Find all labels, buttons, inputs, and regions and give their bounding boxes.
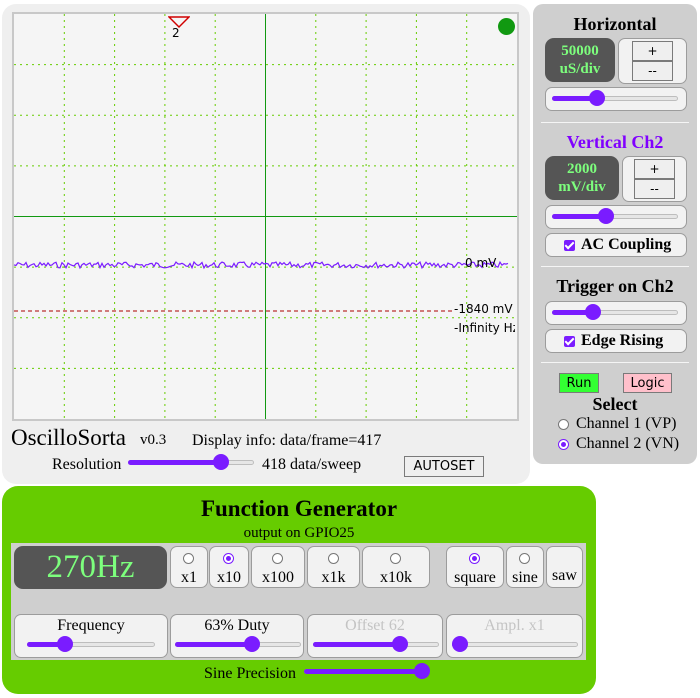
vertical-title: Vertical Ch2 bbox=[566, 132, 664, 152]
timebase-display: 50000 uS/div bbox=[545, 38, 615, 82]
sine-precision-slider[interactable] bbox=[304, 663, 430, 679]
scope-screen[interactable]: 2 0 mV -1840 mV -Infinity Hz bbox=[12, 12, 519, 421]
duty-label: 63% Duty bbox=[204, 617, 270, 634]
divider bbox=[541, 362, 689, 363]
amplitude-slider[interactable] bbox=[452, 636, 578, 652]
frequency-slider[interactable] bbox=[27, 636, 155, 652]
frequency-display: 270Hz bbox=[14, 546, 167, 589]
frequency-control: Frequency bbox=[14, 614, 168, 658]
ac-coupling-toggle[interactable]: AC Coupling bbox=[545, 233, 687, 257]
trigger-level-slider[interactable] bbox=[552, 304, 678, 320]
trigger-marker-label: 2 bbox=[172, 26, 180, 40]
volts-minus-button[interactable]: -- bbox=[634, 179, 675, 199]
volts-slider[interactable] bbox=[552, 208, 678, 224]
amplitude-label: Ampl. x1 bbox=[484, 617, 545, 634]
timebase-value: 50000 bbox=[561, 43, 599, 59]
resolution-slider[interactable] bbox=[128, 454, 254, 470]
volts-value: 2000 bbox=[566, 161, 597, 177]
autoset-button[interactable]: AUTOSET bbox=[404, 456, 484, 477]
horizontal-title: Horizontal bbox=[573, 14, 657, 34]
offset-label: Offset 62 bbox=[345, 617, 405, 634]
timebase-unit: uS/div bbox=[559, 61, 601, 77]
waveform-sine-radio[interactable] bbox=[519, 553, 530, 564]
multiplier-x10-label: x10 bbox=[217, 569, 241, 586]
edge-rising-label: Edge Rising bbox=[581, 332, 664, 349]
function-generator-title: Function Generator bbox=[200, 496, 398, 521]
divider bbox=[541, 266, 689, 267]
multiplier-x10k-radio[interactable] bbox=[390, 553, 401, 564]
multiplier-x1k[interactable]: x1k bbox=[307, 546, 360, 588]
offset-control: Offset 62 bbox=[307, 614, 443, 658]
waveform-square-label: square bbox=[454, 569, 496, 586]
duty-slider[interactable] bbox=[175, 636, 301, 652]
multiplier-x10[interactable]: x10 bbox=[209, 546, 249, 588]
multiplier-x10-radio[interactable] bbox=[223, 553, 234, 564]
waveform-saw[interactable]: saw bbox=[546, 546, 583, 588]
scope-display bbox=[14, 14, 517, 419]
duty-control: 63% Duty bbox=[170, 614, 304, 658]
channel1-radio[interactable] bbox=[558, 419, 569, 430]
sine-precision-label: Sine Precision bbox=[204, 665, 296, 682]
edge-rising-toggle[interactable]: Edge Rising bbox=[545, 329, 687, 353]
resolution-value: 418 data/sweep bbox=[262, 456, 362, 473]
frequency-readout: -Infinity Hz bbox=[454, 321, 515, 335]
waveform-sine[interactable]: sine bbox=[506, 546, 544, 588]
multiplier-x1k-radio[interactable] bbox=[327, 553, 339, 564]
zero-level-label: 0 mV bbox=[465, 256, 497, 270]
waveform-sine-label: sine bbox=[512, 569, 538, 586]
waveform-square-radio[interactable] bbox=[469, 553, 480, 564]
ac-coupling-label: AC Coupling bbox=[581, 236, 672, 253]
multiplier-x1-label: x1 bbox=[181, 569, 197, 586]
select-title: Select bbox=[592, 394, 638, 414]
logic-button[interactable]: Logic bbox=[623, 373, 672, 393]
channel2-radio[interactable] bbox=[558, 439, 569, 450]
waveform-saw-label: saw bbox=[552, 567, 577, 584]
multiplier-x10k-label: x10k bbox=[380, 569, 412, 586]
multiplier-x1k-label: x1k bbox=[321, 569, 346, 586]
waveform-square[interactable]: square bbox=[446, 546, 504, 588]
volts-unit: mV/div bbox=[558, 179, 606, 195]
multiplier-x1-radio[interactable] bbox=[183, 553, 194, 564]
multiplier-x100-label: x100 bbox=[262, 569, 294, 586]
display-info: Display info: data/frame=417 bbox=[192, 432, 382, 449]
app-version: v0.3 bbox=[140, 432, 167, 448]
multiplier-x10k[interactable]: x10k bbox=[362, 546, 430, 588]
app-title: OscilloSorta bbox=[11, 425, 126, 450]
status-indicator-icon bbox=[498, 18, 515, 35]
trigger-title: Trigger on Ch2 bbox=[556, 276, 674, 296]
edge-rising-checkbox-icon[interactable] bbox=[564, 335, 575, 347]
volts-plus-button[interactable]: + bbox=[634, 159, 675, 179]
timebase-plus-button[interactable]: + bbox=[632, 41, 673, 61]
timebase-minus-button[interactable]: -- bbox=[632, 61, 673, 81]
multiplier-x100[interactable]: x100 bbox=[251, 546, 305, 588]
multiplier-x1[interactable]: x1 bbox=[170, 546, 208, 588]
run-button[interactable]: Run bbox=[559, 373, 599, 393]
offset-slider[interactable] bbox=[313, 636, 439, 652]
timebase-slider[interactable] bbox=[552, 90, 678, 106]
ac-coupling-checkbox-icon[interactable] bbox=[564, 239, 575, 251]
divider bbox=[541, 122, 689, 123]
amplitude-control: Ampl. x1 bbox=[446, 614, 583, 658]
multiplier-x100-radio[interactable] bbox=[272, 553, 283, 564]
frequency-label: Frequency bbox=[57, 617, 125, 634]
trigger-level-label: -1840 mV bbox=[454, 302, 513, 316]
channel2-label: Channel 2 (VN) bbox=[576, 435, 680, 452]
volts-per-div-display: 2000 mV/div bbox=[545, 156, 619, 200]
function-generator-subtitle: output on GPIO25 bbox=[243, 525, 355, 541]
channel1-label: Channel 1 (VP) bbox=[576, 415, 677, 432]
resolution-label: Resolution bbox=[52, 456, 122, 473]
